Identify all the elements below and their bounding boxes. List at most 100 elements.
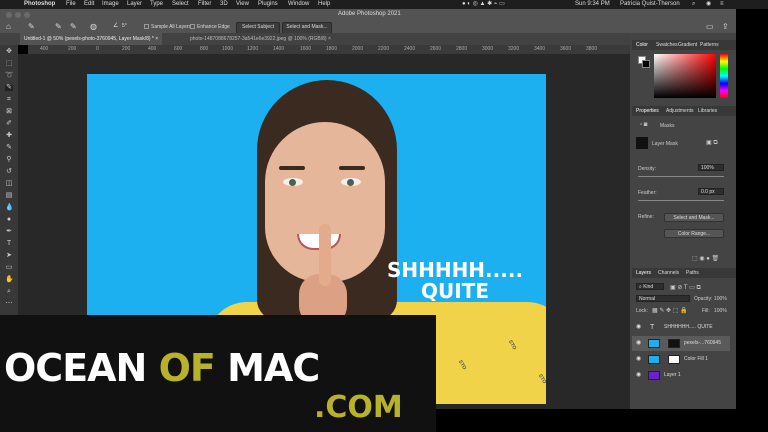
tab-photo[interactable]: photo-1487088678257-3a541e6e3922.jpeg @ … <box>186 33 335 45</box>
opacity-value[interactable]: 100% <box>714 296 727 302</box>
color-picker-field[interactable] <box>654 54 716 98</box>
density-field[interactable]: 100% <box>698 164 724 171</box>
layer-row-photo[interactable]: ◉ pexels-...760945 <box>632 336 730 351</box>
angle-icon[interactable]: ∠ <box>113 22 118 29</box>
layer-filter-select[interactable]: ⌕ Kind <box>636 283 664 290</box>
menu-3d[interactable]: 3D <box>220 0 228 9</box>
history-brush-icon[interactable]: ↺ <box>5 168 13 175</box>
fill-value[interactable]: 100% <box>714 308 727 314</box>
horizontal-ruler[interactable]: 400 200 0 200 400 600 800 1000 1200 1400… <box>28 45 630 54</box>
menu-window[interactable]: Window <box>288 0 309 9</box>
layer-row-layer-1[interactable]: ◉ Layer 1 <box>632 368 730 383</box>
tab-paths[interactable]: Paths <box>686 268 699 278</box>
close-icon[interactable]: × <box>328 36 331 42</box>
eye-icon[interactable]: ◉ <box>636 336 641 351</box>
share-icon[interactable]: ⇪ <box>722 22 729 31</box>
stamp-icon[interactable]: ⚲ <box>5 156 13 163</box>
zoom-icon[interactable]: ⌕ <box>5 288 13 295</box>
blur-icon[interactable]: 💧 <box>5 204 14 211</box>
tab-gradient[interactable]: Gradient <box>678 40 697 50</box>
brush-settings-icon[interactable]: ◍ <box>90 22 97 31</box>
menu-type[interactable]: Type <box>150 0 163 9</box>
menu-layer[interactable]: Layer <box>127 0 142 9</box>
tab-adjustments[interactable]: Adjustments <box>666 106 694 116</box>
eye-icon[interactable]: ◉ <box>636 368 641 383</box>
zoom-window-button[interactable] <box>24 12 30 18</box>
angle-value[interactable]: 5° <box>122 23 127 29</box>
tab-channels[interactable]: Channels <box>658 268 679 278</box>
menu-file[interactable]: File <box>66 0 76 9</box>
sample-all-layers-checkbox[interactable] <box>144 24 149 29</box>
hand-icon[interactable]: ✋ <box>5 276 14 283</box>
brush-subtract-icon[interactable]: ✎ <box>70 22 77 31</box>
mask-pixel-icon[interactable]: ▫ ◙ <box>640 122 647 128</box>
status-icons[interactable]: ● ◐ ◎ ▲ ✱ ⌁ ▭ <box>462 0 505 9</box>
tab-color[interactable]: Color <box>636 40 648 50</box>
background-color-swatch[interactable] <box>642 60 650 68</box>
healing-icon[interactable]: ✚ <box>5 132 13 139</box>
menu-app[interactable]: Photoshop <box>24 0 55 9</box>
density-slider[interactable] <box>638 176 724 177</box>
menu-plugins[interactable]: Plugins <box>258 0 278 9</box>
mask-action-icons[interactable]: ⬚ ◉ ● 🗑 <box>692 255 719 262</box>
blend-mode-select[interactable]: Normal <box>636 295 690 302</box>
menu-filter[interactable]: Filter <box>198 0 211 9</box>
quick-select-icon[interactable]: ✎ <box>5 84 13 91</box>
tab-patterns[interactable]: Patterns <box>700 40 719 50</box>
tab-swatches[interactable]: Swatches <box>656 40 678 50</box>
brush-add-icon[interactable]: ✎ <box>55 22 62 31</box>
layer-row-text[interactable]: ◉ T SHHHHHH..... QUITE <box>632 320 730 335</box>
hue-slider[interactable] <box>720 54 728 98</box>
search-icon[interactable]: ⌕ <box>692 0 695 9</box>
home-icon[interactable]: ⌂ <box>6 22 11 31</box>
tab-libraries[interactable]: Libraries <box>698 106 717 116</box>
layer-mask-thumbnail[interactable] <box>668 339 680 348</box>
shape-icon[interactable]: ▭ <box>5 264 13 271</box>
menu-help[interactable]: Help <box>318 0 330 9</box>
menubar-clock[interactable]: Sun 9:34 PM <box>575 0 610 9</box>
eye-icon[interactable]: ◉ <box>636 352 641 367</box>
lasso-icon[interactable]: ➰ <box>5 72 14 79</box>
close-icon[interactable]: × <box>155 36 158 42</box>
layer-row-color-fill[interactable]: ◉ Color Fill 1 <box>632 352 730 367</box>
menu-view[interactable]: View <box>236 0 249 9</box>
eraser-icon[interactable]: ◫ <box>5 180 13 187</box>
menubar-user[interactable]: Patricia Quist-Therson <box>620 0 680 9</box>
tab-properties[interactable]: Properties <box>636 106 659 116</box>
type-icon[interactable]: T <box>5 240 13 247</box>
options-bar: Adobe Photoshop 2021 ⌂ ✎ ✎ ✎ ◍ ∠ 5° Samp… <box>0 9 736 34</box>
mask-options-icon[interactable]: ▣ ⧉ <box>706 139 718 147</box>
eye-icon[interactable]: ◉ <box>636 320 641 335</box>
siri-icon[interactable]: ◉ <box>706 0 711 9</box>
menu-image[interactable]: Image <box>102 0 119 9</box>
brush-icon[interactable]: ✎ <box>5 144 13 151</box>
color-range-button[interactable]: Color Range... <box>664 229 724 238</box>
workspace-icon[interactable]: ▭ <box>706 22 714 31</box>
feather-field[interactable]: 0.0 px <box>698 188 724 195</box>
close-window-button[interactable] <box>6 12 12 18</box>
refine-select-and-mask-button[interactable]: Select and Mask... <box>664 213 724 222</box>
pen-icon[interactable]: ✒ <box>5 228 13 235</box>
frame-icon[interactable]: ⊠ <box>5 108 13 115</box>
menu-select[interactable]: Select <box>172 0 189 9</box>
eyedropper-icon[interactable]: ✐ <box>5 120 13 127</box>
gradient-icon[interactable]: ▤ <box>5 192 13 199</box>
path-select-icon[interactable]: ➤ <box>5 252 13 259</box>
enhance-edge-checkbox[interactable] <box>190 24 195 29</box>
feather-slider[interactable] <box>638 200 724 201</box>
layer-mask-thumbnail[interactable] <box>668 355 680 364</box>
layer-mask-thumbnail[interactable] <box>636 137 648 149</box>
crop-icon[interactable]: ⌗ <box>5 96 13 103</box>
tab-untitled-1[interactable]: Untitled-1 @ 50% (pexels-photo-3760945, … <box>20 33 163 45</box>
menu-edit[interactable]: Edit <box>84 0 94 9</box>
marquee-icon[interactable]: ⬚ <box>5 60 13 67</box>
tab-layers[interactable]: Layers <box>636 268 651 278</box>
move-icon[interactable]: ✥ <box>5 48 13 55</box>
more-tools-icon[interactable]: ⋯ <box>5 300 13 307</box>
dodge-icon[interactable]: ● <box>5 216 13 223</box>
lock-icons[interactable]: ▦ ✎ ✥ ⬚ 🔒 <box>652 307 688 314</box>
menu-list-icon[interactable]: ≡ <box>720 0 724 9</box>
minimize-window-button[interactable] <box>15 12 21 18</box>
layer-filter-icons[interactable]: ▣ ⊘ T ▭ ⧉ <box>670 284 701 292</box>
quick-select-tool-icon[interactable]: ✎ <box>28 22 35 31</box>
